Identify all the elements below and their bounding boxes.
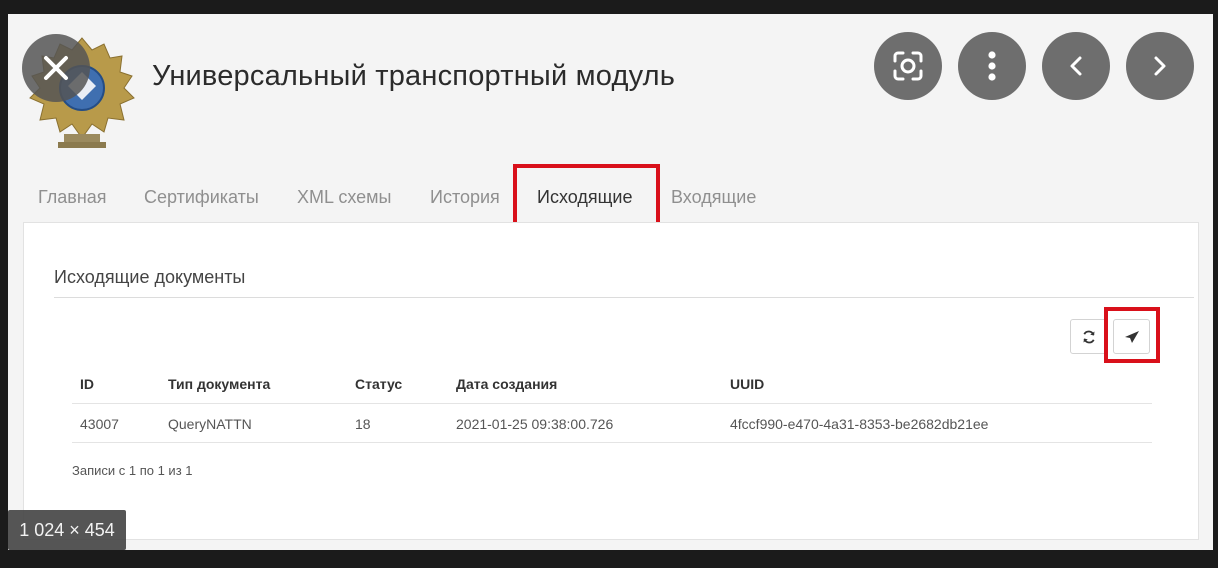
cell-created-date: 2021-01-25 09:38:00.726 [456,416,614,432]
close-icon [44,56,68,80]
send-button[interactable] [1113,319,1150,354]
column-header-uuid: UUID [730,376,765,392]
column-header-status: Статус [355,376,403,392]
refresh-button[interactable] [1070,319,1107,354]
chevron-left-icon [1070,56,1082,76]
tab-history[interactable]: История [430,182,500,222]
previous-button[interactable] [1042,32,1110,100]
chevron-right-icon [1154,56,1166,76]
outgoing-documents-panel: Исходящие документы ID Тип документа Ста… [23,222,1199,540]
tab-xml-schemas[interactable]: XML схемы [297,182,391,222]
cell-uuid: 4fccf990-e470-4a31-8353-be2682db21ee [730,416,989,432]
cell-status: 18 [355,416,371,432]
table-header-divider [72,403,1152,404]
tab-main[interactable]: Главная [38,182,107,222]
lens-search-icon [893,51,923,81]
cell-id: 43007 [80,416,119,432]
app-title: Универсальный транспортный модуль [152,60,676,92]
screenshot-frame: Универсальный транспортный модуль Главна… [8,14,1213,550]
table-row-divider [72,442,1152,443]
cell-doc-type: QueryNATTN [168,416,252,432]
next-button[interactable] [1126,32,1194,100]
panel-divider [54,297,1194,298]
column-header-id: ID [80,376,94,392]
close-button[interactable] [22,34,90,102]
refresh-icon [1083,330,1094,343]
more-options-button[interactable] [958,32,1026,100]
panel-title: Исходящие документы [54,267,246,287]
records-info: Записи с 1 по 1 из 1 [72,463,193,478]
tab-incoming[interactable]: Входящие [671,182,756,222]
more-vertical-icon [988,51,996,81]
send-icon [1124,330,1139,343]
image-size-badge: 1 024 × 454 [8,510,126,550]
tab-outgoing[interactable]: Исходящие [537,182,632,222]
column-header-created-date: Дата создания [456,376,558,392]
column-header-doc-type: Тип документа [168,376,271,392]
lens-search-button[interactable] [874,32,942,100]
tab-certificates[interactable]: Сертификаты [144,182,259,222]
